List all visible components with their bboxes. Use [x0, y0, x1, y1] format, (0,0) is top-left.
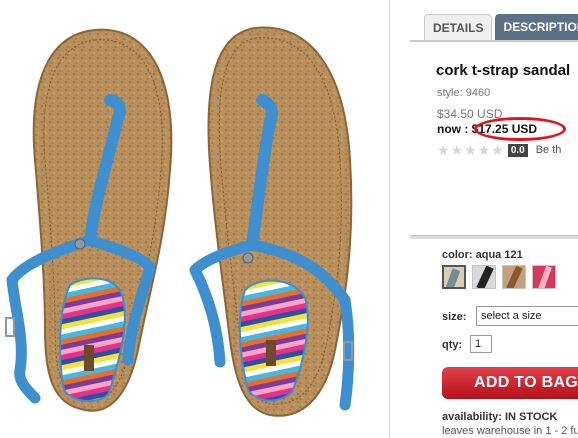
add-to-bag-button[interactable]: ADD TO BAG	[442, 367, 578, 399]
swatch-black[interactable]	[472, 265, 496, 289]
star-icon[interactable]: ★	[491, 142, 504, 158]
product-details-panel: DETAILS DESCRIPTION cork t-strap sandal s…	[410, 0, 578, 438]
star-icon[interactable]: ★	[464, 142, 477, 158]
shipping-estimate: leaves warehouse in 1 - 2 fu	[442, 425, 578, 437]
quantity-input[interactable]: 1	[470, 335, 492, 353]
product-tabs: DETAILS DESCRIPTION	[424, 14, 578, 40]
price-highlight-circle	[474, 117, 566, 141]
tab-divider	[410, 40, 578, 42]
star-icon[interactable]: ★	[437, 142, 450, 158]
write-review-link[interactable]: Be th	[536, 144, 562, 156]
product-image[interactable]	[0, 0, 390, 438]
right-sandal	[189, 26, 355, 417]
star-icon[interactable]: ★	[478, 142, 491, 158]
tab-details[interactable]: DETAILS	[424, 14, 493, 40]
tab-description[interactable]: DESCRIPTION	[495, 14, 578, 40]
sale-price-label: now :	[437, 122, 472, 136]
color-swatches	[442, 265, 562, 289]
swatch-brown[interactable]	[502, 265, 526, 289]
color-label: color: aqua 121	[442, 249, 523, 261]
left-sandal	[5, 28, 173, 412]
section-divider	[410, 235, 578, 239]
quantity-label: qty:	[442, 339, 463, 351]
swatch-pink[interactable]	[532, 265, 556, 289]
availability-status: availability: IN STOCK	[442, 411, 558, 423]
rating-value-badge: 0.0	[507, 144, 528, 157]
size-select[interactable]: select a size	[476, 306, 578, 326]
swatch-aqua[interactable]	[442, 265, 466, 289]
rating: ★★★★★ 0.0 Be th	[437, 142, 561, 158]
product-title: cork t-strap sandal	[436, 62, 571, 79]
style-number: style: 9460	[437, 87, 491, 99]
sandal-photo	[5, 26, 355, 417]
star-icon[interactable]: ★	[451, 142, 464, 158]
size-label: size:	[442, 311, 467, 323]
